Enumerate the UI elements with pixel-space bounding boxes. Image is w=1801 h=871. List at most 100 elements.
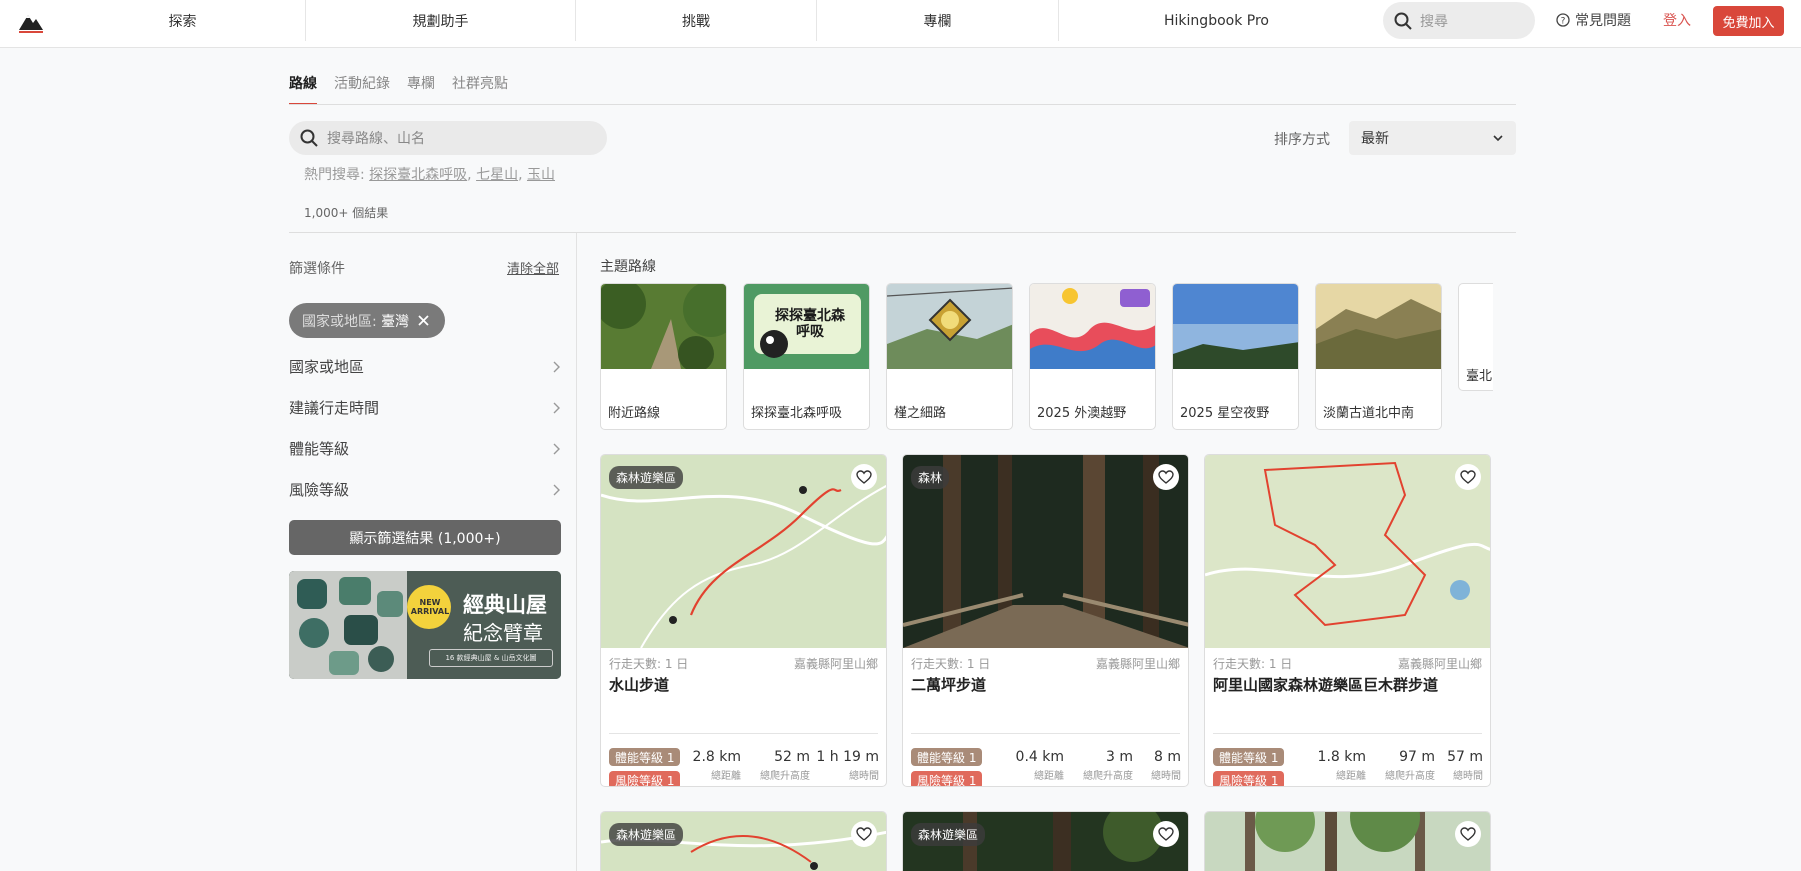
route-time-value: 8 m	[1154, 749, 1181, 765]
fitness-level-badge: 體能等級 1	[1213, 748, 1285, 766]
tab-activities[interactable]: 活動紀錄	[334, 73, 390, 105]
faq-link[interactable]: ? 常見問題	[1556, 10, 1631, 30]
filter-chip-value: 臺灣	[381, 313, 410, 330]
filter-row-region[interactable]: 國家或地區	[289, 356, 561, 377]
sort-select[interactable]: 最新	[1349, 121, 1516, 155]
route-time: 1 h 19 m 總時間	[816, 749, 879, 782]
heart-icon[interactable]	[1455, 821, 1481, 847]
filter-row-label: 國家或地區	[289, 358, 365, 376]
route-elevation-unit: 總爬升高度	[1385, 771, 1435, 782]
theme-image	[1173, 284, 1298, 369]
hot-search-link[interactable]: 探探臺北森呼吸	[369, 167, 467, 183]
route-time-value: 57 m	[1447, 749, 1483, 765]
sort-value: 最新	[1361, 131, 1389, 147]
risk-level-badge: 風險等級 1	[1213, 771, 1285, 786]
theme-label: 槿之細路	[894, 406, 947, 421]
chevron-right-icon	[551, 360, 561, 374]
hikingbook-logo[interactable]	[17, 8, 45, 36]
hot-searches: 熱門搜尋: 探探臺北森呼吸, 七星山, 玉山	[304, 167, 555, 183]
theme-label: 附近路線	[608, 406, 661, 421]
route-search-input[interactable]: 搜尋路線、山名	[289, 121, 607, 155]
route-map-image: 森林遊樂區	[601, 812, 886, 871]
nav-column[interactable]: 專欄	[817, 0, 1059, 41]
theme-label: 2025 外澳越野	[1037, 406, 1127, 421]
banner-title: 經典山屋	[463, 593, 547, 617]
tab-community[interactable]: 社群亮點	[452, 73, 508, 105]
close-icon[interactable]	[417, 314, 430, 327]
heart-icon[interactable]	[851, 464, 877, 490]
filter-row-duration[interactable]: 建議行走時間	[289, 397, 561, 418]
theme-card[interactable]: 附近路線	[600, 283, 727, 430]
theme-image: 探探臺北森呼吸	[744, 284, 869, 369]
filter-row-label: 風險等級	[289, 481, 350, 499]
theme-card[interactable]: 探探臺北森呼吸 探探臺北森呼吸	[743, 283, 870, 430]
route-time-unit: 總時間	[849, 771, 879, 782]
theme-label: 淡蘭古道北中南	[1323, 406, 1415, 421]
nav-pro[interactable]: Hikingbook Pro	[1059, 0, 1374, 41]
heart-icon[interactable]	[1153, 464, 1179, 490]
route-name: 阿里山國家森林遊樂區巨木群步道	[1213, 676, 1439, 694]
route-card[interactable]: 森林遊樂區	[902, 811, 1189, 871]
fitness-level-badge: 體能等級 1	[911, 748, 983, 766]
banner-badge: NEW ARRIVAL	[410, 598, 450, 616]
banner-caption: 16 款經典山屋 & 山岳文化圖	[429, 649, 553, 667]
login-link[interactable]: 登入	[1663, 10, 1691, 30]
filter-chip-text: 國家或地區: 臺灣	[302, 311, 409, 331]
join-button[interactable]: 免費加入	[1713, 6, 1784, 36]
route-elevation: 97 m 總爬升高度	[1385, 749, 1435, 782]
route-days: 行走天數: 1 日	[1213, 657, 1293, 671]
route-distance-unit: 總距離	[1336, 771, 1366, 782]
nav-planner[interactable]: 規劃助手	[306, 0, 576, 41]
hot-search-link[interactable]: 七星山	[476, 167, 518, 183]
route-photo-image: 森林	[903, 455, 1188, 648]
route-stats: 體能等級 1 風險等級 1 2.8 km 總距離 52 m 總爬升高度 1 h 19…	[601, 734, 886, 786]
route-elevation-value: 97 m	[1399, 749, 1435, 765]
top-navbar: 探索 規劃助手 挑戰 專欄 Hikingbook Pro 搜尋 ? 常見問題 登…	[0, 0, 1801, 48]
filter-row-label: 建議行走時間	[289, 399, 380, 417]
route-category-badge: 森林遊樂區	[609, 466, 684, 489]
filter-row-fitness[interactable]: 體能等級	[289, 438, 561, 459]
route-card[interactable]: 行走天數: 1 日 嘉義縣阿里山鄉 阿里山國家森林遊樂區巨木群步道 體能等級 1 …	[1204, 454, 1491, 787]
heart-icon[interactable]	[1455, 464, 1481, 490]
theme-card[interactable]: 2025 星空夜野	[1172, 283, 1299, 430]
fitness-level-badge: 體能等級 1	[609, 748, 681, 766]
route-card[interactable]: 森林遊樂區 行走天數: 1 日 嘉義縣阿里山鄉 水山步道 體能等級 1 風險等級 …	[600, 454, 887, 787]
route-card[interactable]: 森林 行走天數: 1 日 嘉義縣阿里山鄉 二萬坪步道 體能等級 1 風險等級 1 …	[902, 454, 1189, 787]
route-time: 8 m 總時間	[1151, 749, 1181, 782]
route-category-badge: 森林遊樂區	[609, 823, 684, 846]
nav-explore[interactable]: 探索	[60, 0, 306, 41]
theme-card[interactable]: 臺北	[1458, 283, 1493, 391]
route-time: 57 m 總時間	[1447, 749, 1483, 782]
heart-icon[interactable]	[851, 821, 877, 847]
nav-challenge[interactable]: 挑戰	[576, 0, 817, 41]
theme-label: 2025 星空夜野	[1180, 406, 1270, 421]
search-icon	[299, 128, 319, 148]
filter-row-risk[interactable]: 風險等級	[289, 479, 561, 500]
route-elevation: 3 m 總爬升高度	[1083, 749, 1133, 782]
route-elevation: 52 m 總爬升高度	[760, 749, 810, 782]
route-category-badge: 森林遊樂區	[911, 823, 986, 846]
heart-icon[interactable]	[1153, 821, 1179, 847]
clear-all-link[interactable]: 清除全部	[507, 258, 559, 277]
route-name: 水山步道	[609, 676, 670, 694]
theme-card[interactable]: 槿之細路	[886, 283, 1013, 430]
result-count: 1,000+ 個結果	[304, 206, 389, 220]
route-card[interactable]: 森林遊樂區	[600, 811, 887, 871]
show-results-button[interactable]: 顯示篩選結果 (1,000+)	[289, 520, 561, 555]
hot-search-link[interactable]: 玉山	[527, 167, 555, 183]
route-stats: 體能等級 1 風險等級 1 1.8 km 總距離 97 m 總爬升高度 57 m 總時…	[1205, 734, 1490, 786]
theme-card[interactable]: 淡蘭古道北中南	[1315, 283, 1442, 430]
theme-card[interactable]: 2025 外澳越野	[1029, 283, 1156, 430]
tab-columns[interactable]: 專欄	[407, 73, 435, 105]
route-card[interactable]	[1204, 811, 1491, 871]
patch-promo-banner[interactable]: NEW ARRIVAL 經典山屋 紀念臂章 16 款經典山屋 & 山岳文化圖	[289, 571, 561, 679]
chevron-right-icon	[551, 401, 561, 415]
route-meta: 行走天數: 1 日 嘉義縣阿里山鄉	[903, 648, 1188, 672]
top-search-input[interactable]: 搜尋	[1383, 2, 1535, 39]
tab-routes[interactable]: 路線	[289, 73, 317, 105]
filter-chip-region[interactable]: 國家或地區: 臺灣	[289, 303, 445, 338]
faq-label: 常見問題	[1575, 13, 1631, 29]
route-time-value: 1 h 19 m	[816, 749, 879, 765]
route-location: 嘉義縣阿里山鄉	[1095, 657, 1180, 671]
route-distance-value: 1.8 km	[1317, 749, 1366, 765]
